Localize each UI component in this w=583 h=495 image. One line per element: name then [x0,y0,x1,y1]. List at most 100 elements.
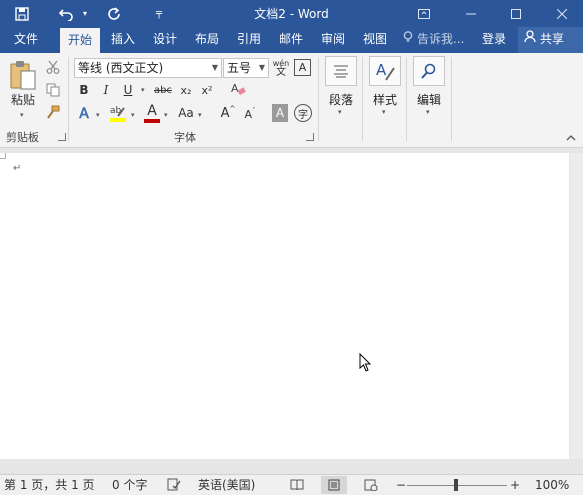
superscript-button[interactable]: x² [198,81,216,99]
tab-home[interactable]: 开始 [60,28,100,53]
language[interactable]: 英语(美国) [198,477,255,493]
tab-design[interactable]: 设计 [145,27,185,53]
cut-icon[interactable] [44,58,62,76]
grow-font-button[interactable]: A ^ [220,104,236,122]
find-icon[interactable] [413,56,445,86]
change-case-button[interactable]: Aa [175,103,197,123]
editing-button[interactable]: 编辑 [413,91,445,108]
font-group-label: 字体 [174,131,196,144]
paragraph-icon[interactable] [325,56,357,86]
separator [406,57,407,141]
page-count[interactable]: 第 1 页，共 1 页 [4,477,95,493]
enclose-characters-button[interactable]: 字 [294,104,312,122]
text-effects-dropdown-icon[interactable]: ▾ [96,111,100,119]
title-bar: ▾ ╤ 文档2 - Word [0,0,583,27]
paste-dropdown-icon[interactable]: ▾ [20,111,24,119]
italic-button[interactable]: I [98,81,114,99]
caret-down-icon: ˇ [252,107,256,115]
lightbulb-icon [403,27,417,51]
text-effects-button[interactable]: A [75,104,93,124]
margin-corner [0,153,6,159]
underline-button[interactable]: U [120,81,136,99]
vertical-scrollbar[interactable] [570,153,583,459]
phonetic-bottom: 文 [276,67,286,78]
phonetic-guide-button[interactable]: wén 文 [272,57,290,79]
tab-mailings[interactable]: 邮件 [271,27,311,53]
svg-text:A: A [231,82,239,95]
word-count[interactable]: 0 个字 [112,477,147,493]
minimize-icon[interactable] [455,0,487,27]
separator [362,57,363,141]
styles-dropdown-icon[interactable]: ▾ [382,108,386,116]
ribbon: 粘贴 ▾ 剪贴板 等线 (西文正文) ▼ 五号 ▼ wén 文 A B I U … [0,53,583,148]
paragraph-dropdown-icon[interactable]: ▾ [338,108,342,116]
ribbon-display-icon[interactable] [408,0,440,27]
login-link[interactable]: 登录 [482,27,506,53]
caret-up-icon: ^ [229,105,236,113]
strikethrough-button[interactable]: abc [152,81,174,99]
tab-layout[interactable]: 布局 [187,27,227,53]
clipboard-launcher-icon[interactable] [58,133,66,141]
font-color-swatch [144,118,160,123]
person-icon [524,27,540,51]
separator [318,57,319,141]
clipboard-group-label: 剪贴板 [6,131,39,144]
shrink-font-glyph: A [244,107,253,121]
share-label: 共享 [540,32,565,46]
change-case-dropdown-icon[interactable]: ▾ [198,111,202,119]
font-name-value: 等线 (西文正文) [78,61,164,75]
character-border-button[interactable]: A [294,59,311,76]
proofing-icon[interactable] [167,477,183,495]
separator [451,57,452,141]
font-size-value: 五号 [227,61,252,75]
styles-button[interactable]: 样式 [369,91,401,108]
window-title: 文档2 - Word [254,7,329,21]
ribbon-tabs: 文件 开始 插入 设计 布局 引用 邮件 审阅 视图 告诉我... 登录 共享 [0,27,583,53]
read-mode-icon[interactable] [284,476,310,494]
font-size-combo[interactable]: 五号 ▼ [223,58,269,78]
tell-me-placeholder: 告诉我... [417,32,465,46]
collapse-ribbon-icon[interactable] [566,133,576,144]
font-color-button[interactable]: A [142,102,162,124]
svg-text:A: A [376,61,387,79]
tell-me-search[interactable]: 告诉我... [403,27,464,53]
underline-dropdown-icon[interactable]: ▾ [141,86,145,94]
highlight-icon[interactable]: ab [107,102,129,124]
clear-formatting-icon[interactable]: A [229,80,247,98]
tab-review[interactable]: 审阅 [313,27,353,53]
zoom-slider-thumb[interactable] [454,479,458,491]
font-color-glyph: A [147,102,157,119]
document-page[interactable]: ↵ [0,153,569,459]
close-icon[interactable] [546,0,578,27]
font-launcher-icon[interactable] [306,133,314,141]
maximize-icon[interactable] [500,0,532,27]
paste-icon[interactable] [8,58,38,92]
paragraph-button[interactable]: 段落 [325,91,357,108]
subscript-button[interactable]: x₂ [177,81,195,99]
bold-button[interactable]: B [76,81,92,99]
paragraph-mark: ↵ [13,163,22,174]
print-layout-icon[interactable] [321,476,347,494]
tab-view[interactable]: 视图 [355,27,395,53]
format-painter-icon[interactable] [44,103,62,121]
share-button[interactable]: 共享 [518,27,583,53]
highlight-dropdown-icon[interactable]: ▾ [131,111,135,119]
font-name-combo[interactable]: 等线 (西文正文) ▼ [74,58,222,78]
grow-font-glyph: A [220,105,230,121]
web-layout-icon[interactable] [358,476,384,494]
editing-dropdown-icon[interactable]: ▾ [426,108,430,116]
zoom-level[interactable]: 100% [535,477,569,493]
shrink-font-button[interactable]: Aˇ [242,105,258,123]
font-color-dropdown-icon[interactable]: ▾ [164,111,168,119]
character-shading-button[interactable]: A [272,104,288,122]
tab-insert[interactable]: 插入 [103,27,143,53]
zoom-in-button[interactable]: + [510,477,520,493]
tab-file[interactable]: 文件 [3,27,49,53]
zoom-out-button[interactable]: − [396,477,406,493]
document-area: ↵ [0,149,583,459]
chevron-down-icon: ▼ [211,63,218,72]
tab-references[interactable]: 引用 [229,27,269,53]
styles-icon[interactable]: A [369,56,401,86]
paste-label[interactable]: 粘贴 [6,91,40,107]
copy-icon[interactable] [44,81,62,99]
